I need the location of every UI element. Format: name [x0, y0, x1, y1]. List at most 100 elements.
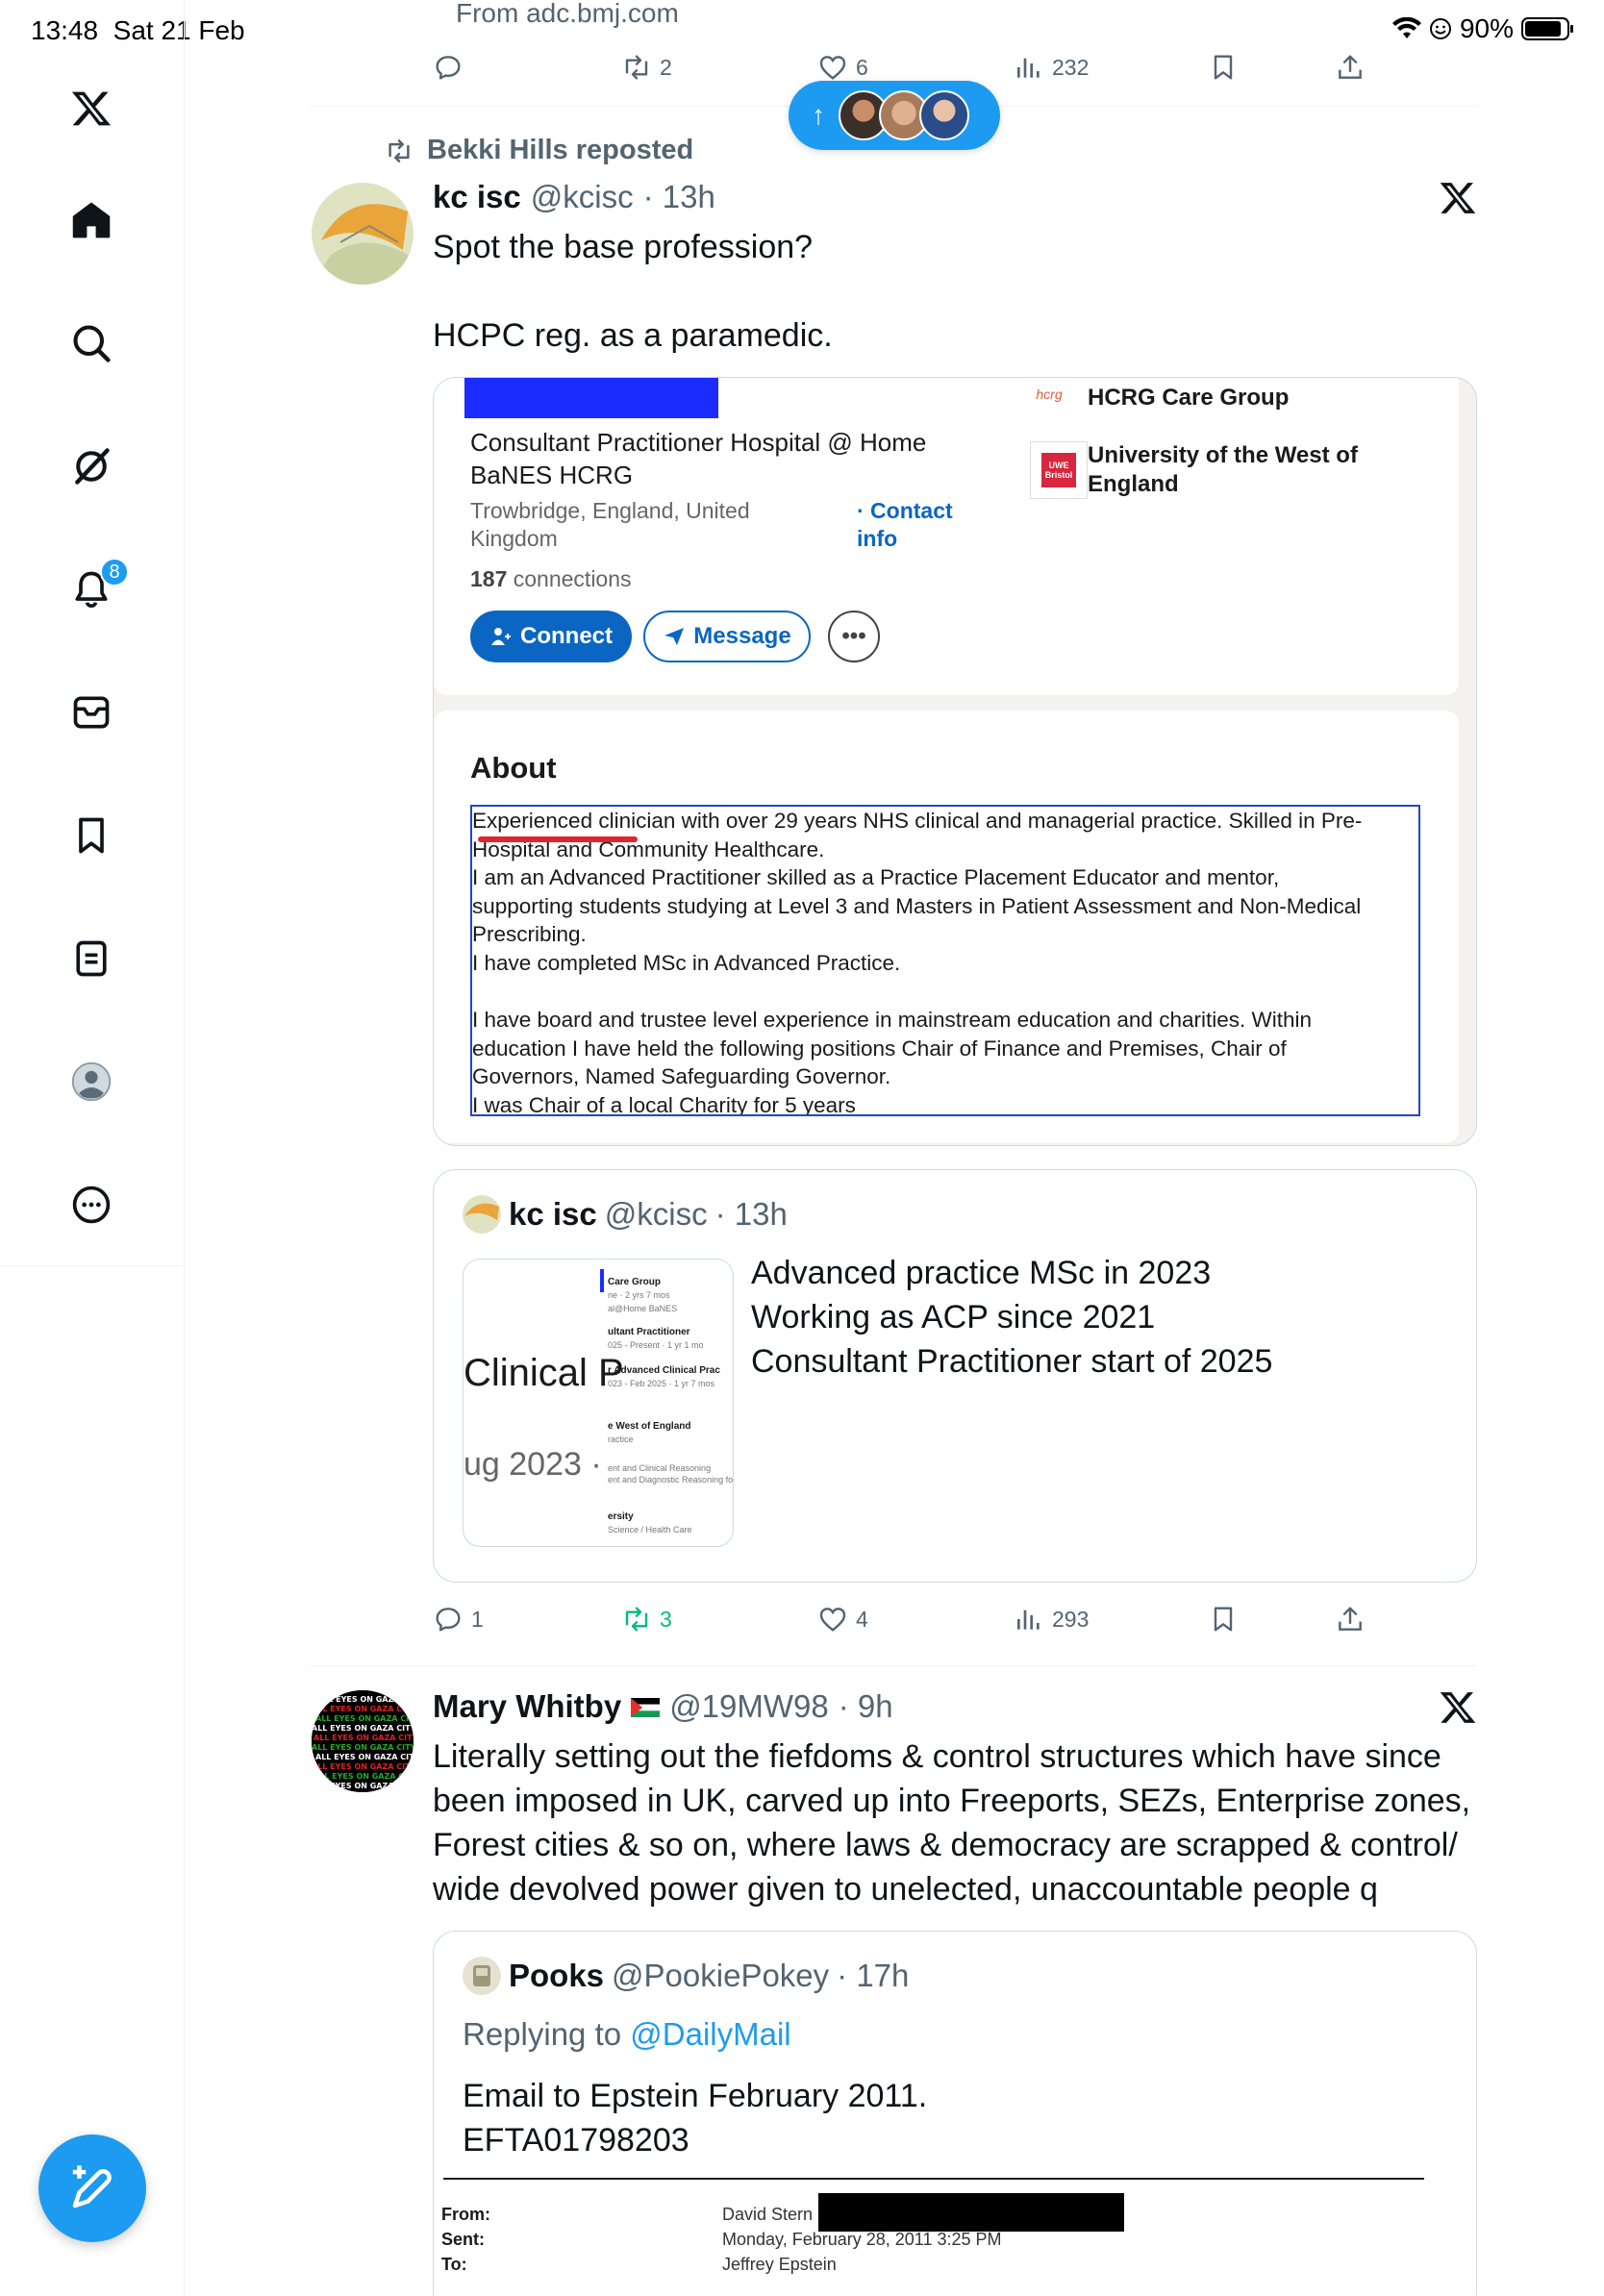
- quoted-post-time[interactable]: · 17h: [837, 1958, 909, 1994]
- lists-icon[interactable]: [63, 931, 119, 986]
- nav-divider: [0, 1265, 185, 1266]
- email-from-value: David Stern: [722, 2205, 814, 2224]
- quoted-author-name[interactable]: kc isc: [509, 1196, 597, 1233]
- views-button[interactable]: 232: [1014, 52, 1089, 83]
- heart-icon: [819, 56, 846, 80]
- x-grok-icon[interactable]: [1439, 1688, 1477, 1727]
- quoted-post-image[interactable]: Clinical P ug 2023 · Care Group ne · 2 y…: [463, 1259, 734, 1547]
- share-button[interactable]: [1335, 52, 1366, 83]
- quoted-author-handle[interactable]: @kcisc: [605, 1196, 708, 1233]
- red-underline-annotation: [478, 836, 638, 842]
- heart-icon: [819, 1608, 846, 1632]
- connections-count: 187 connections: [470, 566, 632, 591]
- replying-to-link[interactable]: @DailyMail: [630, 2016, 790, 2052]
- grok-icon[interactable]: [63, 438, 119, 494]
- replying-to-line: Replying to @DailyMail: [463, 2016, 791, 2052]
- more-icon: •••: [828, 611, 880, 662]
- bookmarks-icon[interactable]: [63, 808, 119, 863]
- like-button[interactable]: 6: [817, 52, 868, 83]
- repost-icon: [625, 55, 648, 80]
- bookmark-button[interactable]: [1208, 1604, 1239, 1635]
- send-icon: [664, 628, 685, 645]
- quoted-post-text: Email to Epstein February 2011. EFTA0179…: [463, 2078, 928, 2159]
- profile-headline: Consultant Practitioner Hospital @ Home …: [470, 428, 927, 489]
- profile-top-section: Consultant Practitioner Hospital @ Home …: [434, 378, 1459, 695]
- reply-button[interactable]: 1: [433, 1604, 484, 1635]
- kcisc-avatar[interactable]: [312, 183, 414, 285]
- share-button[interactable]: [1335, 1604, 1366, 1635]
- post-time[interactable]: · 13h: [643, 179, 715, 215]
- svg-text:ALL EYES ON GAZA CITY: ALL EYES ON GAZA CITY: [312, 1762, 414, 1771]
- add-person-icon: [491, 628, 511, 645]
- link-card-domain[interactable]: From adc.bmj.com: [456, 0, 679, 29]
- reply-icon: [436, 56, 461, 80]
- bookmark-icon: [1214, 1607, 1233, 1632]
- email-to-value: Jeffrey Epstein: [722, 2255, 837, 2274]
- quoted-author-avatar[interactable]: [463, 1195, 501, 1234]
- svg-text:ALL EYES ON GAZA CITY: ALL EYES ON GAZA CITY: [312, 1724, 414, 1733]
- wifi-icon: [1391, 17, 1421, 38]
- about-title: About: [470, 751, 557, 785]
- like-button[interactable]: 4: [817, 1604, 868, 1635]
- tweet-divider: [310, 1665, 1477, 1666]
- new-posts-button[interactable]: ↑: [789, 81, 1000, 150]
- messages-icon[interactable]: [63, 685, 119, 740]
- author-name[interactable]: kc isc: [433, 179, 521, 215]
- search-icon[interactable]: [63, 315, 119, 371]
- quoted-post-time[interactable]: · 13h: [715, 1196, 788, 1233]
- x-logo-icon[interactable]: [63, 81, 119, 137]
- quoted-post-text: Advanced practice MSc in 2023 Working as…: [751, 1255, 1273, 1380]
- battery-percent: 90%: [1459, 13, 1514, 43]
- about-text: Experienced clinician with over 29 years…: [470, 805, 1420, 1116]
- connect-button: Connect: [470, 611, 632, 662]
- quoted-post-header: kc isc @kcisc · 13h: [463, 1195, 788, 1234]
- bookmark-button[interactable]: [1208, 52, 1239, 83]
- uwe-logo: UWE Bristol: [1030, 441, 1088, 499]
- x-grok-icon[interactable]: [1439, 179, 1477, 217]
- contact-info-link: · Contact info: [857, 498, 953, 551]
- email-sent-value: Monday, February 28, 2011 3:25 PM: [722, 2230, 1002, 2249]
- email-from-label: From:: [441, 2205, 490, 2224]
- views-button[interactable]: 293: [1014, 1604, 1089, 1635]
- mary-whitby-avatar[interactable]: ALL EYES ON GAZA CITY ALL EYES ON GAZA C…: [312, 1690, 414, 1792]
- redaction-block: [818, 2193, 1124, 2232]
- side-navigation: 8: [0, 0, 185, 2296]
- svg-text:ALL EYES ON GAZA CITY: ALL EYES ON GAZA CITY: [313, 1734, 414, 1742]
- profile-screenshot-image[interactable]: Consultant Practitioner Hospital @ Home …: [433, 377, 1477, 1146]
- compose-post-button[interactable]: [38, 2134, 146, 2242]
- compose-feather-icon: [72, 2165, 112, 2209]
- post-text: Literally setting out the fiefdoms & con…: [433, 1738, 1471, 1908]
- author-handle[interactable]: @kcisc: [531, 179, 634, 215]
- post-time[interactable]: · 9h: [839, 1688, 893, 1725]
- palestine-flag-icon: [631, 1698, 661, 1717]
- status-icons: 90%: [1391, 13, 1573, 44]
- repost-button[interactable]: 2: [621, 52, 672, 83]
- quoted-author-handle[interactable]: @PookiePokey: [612, 1958, 829, 1994]
- author-handle[interactable]: @19MW98: [669, 1688, 829, 1725]
- quoted-author-name[interactable]: Pooks: [509, 1958, 604, 1994]
- repost-button[interactable]: 3: [621, 1604, 672, 1635]
- repost-icon: [625, 1607, 648, 1632]
- email-document-image[interactable]: From: Sent: To: David Stern Monday, Febr…: [434, 2178, 1476, 2296]
- home-icon[interactable]: [63, 192, 119, 248]
- focus-face-icon: [1429, 18, 1451, 39]
- hcrg-logo: hcrg: [1036, 387, 1063, 402]
- quoted-post[interactable]: Pooks @PookiePokey · 17h Replying to @Da…: [433, 1931, 1477, 2296]
- post-header: kc isc @kcisc · 13h: [433, 179, 715, 215]
- message-button: Message: [643, 611, 811, 662]
- svg-text:ALL EYES ON GAZA CITY: ALL EYES ON GAZA CITY: [312, 1705, 414, 1713]
- repost-icon: [388, 138, 410, 162]
- reply-button[interactable]: [433, 52, 471, 83]
- author-name[interactable]: Mary Whitby: [433, 1688, 621, 1725]
- share-icon: [1339, 55, 1362, 79]
- quoted-author-avatar[interactable]: [463, 1957, 501, 1995]
- email-sent-label: Sent:: [441, 2230, 485, 2249]
- more-options-icon[interactable]: [63, 1177, 119, 1233]
- post-text: Spot the base profession? HCPC reg. as a…: [433, 229, 833, 354]
- profile-avatar-icon[interactable]: [63, 1054, 119, 1110]
- quoted-post[interactable]: kc isc @kcisc · 13h Clinical P ug 2023 ·…: [433, 1169, 1477, 1583]
- post-header: Mary Whitby @19MW98 · 9h: [433, 1688, 893, 1725]
- reposted-by-line[interactable]: Bekki Hills reposted: [385, 135, 693, 166]
- battery-icon: [1521, 17, 1573, 40]
- about-section: About Experienced clinician with over 29…: [434, 711, 1459, 1143]
